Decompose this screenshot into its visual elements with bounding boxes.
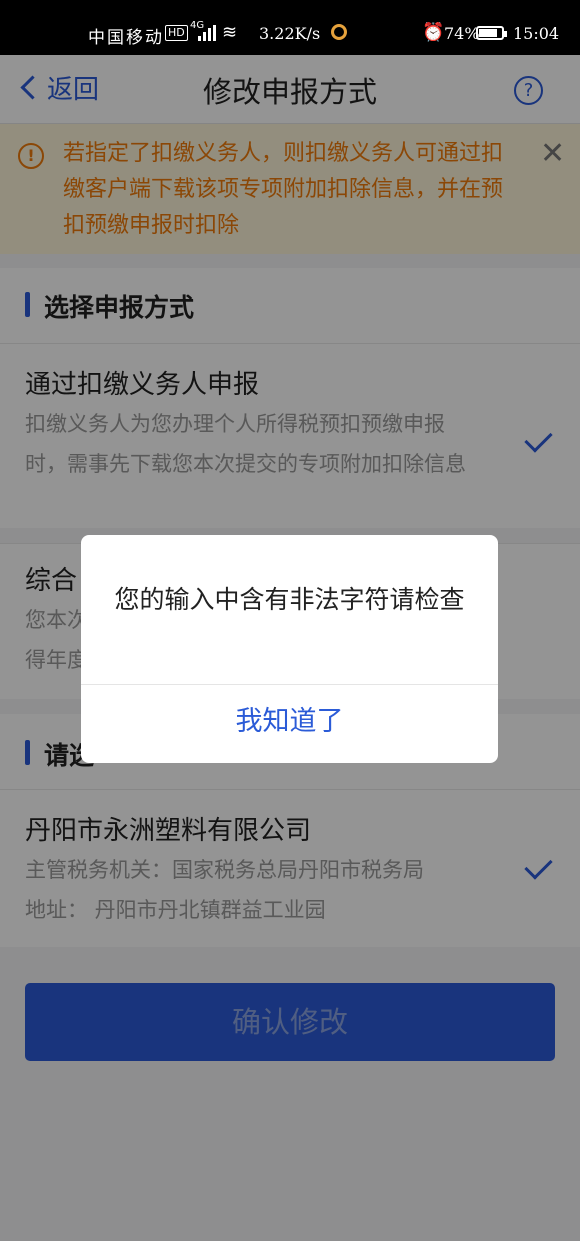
network-speed: 3.22K/s (259, 24, 321, 43)
wifi-icon: ≋ (222, 22, 238, 43)
hd-icon: HD (165, 25, 188, 41)
battery-icon (476, 26, 507, 40)
clock: 15:04 (513, 24, 560, 43)
dialog-message: 您的输入中含有非法字符请检查 (114, 585, 465, 614)
alert-dialog: 您的输入中含有非法字符请检查 我知道了 (81, 535, 498, 763)
app-notification-icon (331, 24, 347, 40)
carrier-label: 中国移动 (88, 28, 164, 48)
dialog-ok-button[interactable]: 我知道了 (81, 685, 498, 763)
signal-icon (198, 25, 216, 41)
alarm-icon: ⏰ (422, 22, 445, 43)
status-bar: 中国移动 HD 4G ≋ 3.22K/s ⏰ 74% 15:04 (0, 0, 580, 55)
battery-percent: 74% (444, 24, 480, 43)
